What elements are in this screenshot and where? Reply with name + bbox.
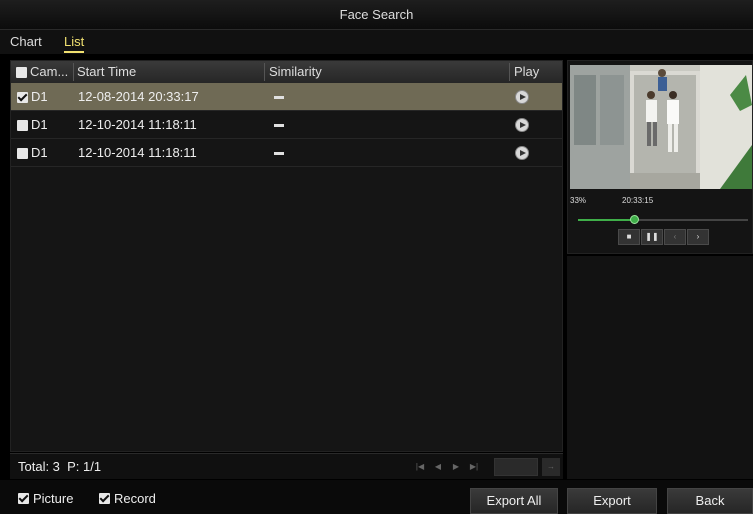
playback-percent: 33%	[570, 196, 587, 205]
column-camera[interactable]: Cam...	[30, 61, 72, 83]
total-count: Total: 3 P: 1/1	[18, 459, 102, 474]
stop-icon[interactable]: ■	[618, 229, 640, 245]
similarity-empty-dash	[274, 96, 284, 99]
last-page-icon[interactable]: ▶|	[468, 461, 480, 473]
go-page-button[interactable]: →	[542, 458, 560, 476]
row-camera: D1	[31, 117, 48, 132]
table-row[interactable]: D1 12-10-2014 11:18:11	[11, 111, 562, 139]
progress-fill	[578, 219, 635, 221]
column-start-time[interactable]: Start Time	[77, 61, 262, 83]
record-checkbox[interactable]	[99, 493, 110, 504]
row-checkbox[interactable]	[17, 92, 28, 103]
status-bar: Total: 3 P: 1/1 |◀ ◀ ▶ ▶| →	[10, 453, 563, 479]
table-header: Cam... Start Time Similarity Play	[11, 61, 562, 83]
play-icon[interactable]	[515, 90, 529, 104]
window-title: Face Search	[0, 0, 753, 30]
picture-checkbox[interactable]	[18, 493, 29, 504]
column-similarity[interactable]: Similarity	[269, 61, 509, 83]
picture-label: Picture	[33, 491, 74, 506]
row-camera: D1	[31, 145, 48, 160]
playback-time: 20:33:15	[622, 196, 654, 205]
playback-progress-slider[interactable]	[578, 215, 748, 224]
next-page-icon[interactable]: ▶	[450, 461, 462, 473]
preview-lower-area	[567, 256, 753, 479]
similarity-empty-dash	[274, 124, 284, 127]
column-play[interactable]: Play	[514, 61, 554, 83]
results-list: Cam... Start Time Similarity Play D1 12-…	[10, 60, 563, 452]
export-all-button[interactable]: Export All	[470, 488, 558, 514]
play-icon[interactable]	[515, 146, 529, 160]
preview-panel: 33% 20:33:15 ■ ❚❚ ‹ ›	[567, 60, 753, 254]
tab-list[interactable]: List	[64, 34, 85, 53]
row-camera: D1	[31, 89, 48, 104]
tab-chart[interactable]: Chart	[10, 34, 42, 49]
chevron-right-icon[interactable]: ›	[687, 229, 709, 245]
bottom-bar: Picture Record Export All Export Back	[0, 480, 753, 514]
row-start-time: 12-10-2014 11:18:11	[78, 145, 197, 160]
prev-page-icon[interactable]: ◀	[432, 461, 444, 473]
video-preview	[570, 65, 752, 189]
row-start-time: 12-08-2014 20:33:17	[78, 89, 199, 104]
chevron-left-icon[interactable]: ‹	[664, 229, 686, 245]
similarity-empty-dash	[274, 152, 284, 155]
play-icon[interactable]	[515, 118, 529, 132]
page-number-input[interactable]	[494, 458, 538, 476]
export-button[interactable]: Export	[567, 488, 657, 514]
pause-icon[interactable]: ❚❚	[641, 229, 663, 245]
back-button[interactable]: Back	[667, 488, 753, 514]
progress-knob[interactable]	[629, 215, 639, 224]
row-checkbox[interactable]	[17, 120, 28, 131]
record-label: Record	[114, 491, 156, 506]
row-start-time: 12-10-2014 11:18:11	[78, 117, 197, 132]
table-row[interactable]: D1 12-08-2014 20:33:17	[11, 83, 562, 111]
row-checkbox[interactable]	[17, 148, 28, 159]
table-row[interactable]: D1 12-10-2014 11:18:11	[11, 139, 562, 167]
tab-bar: Chart List	[0, 30, 753, 54]
first-page-icon[interactable]: |◀	[414, 461, 426, 473]
select-all-checkbox[interactable]	[16, 67, 27, 78]
